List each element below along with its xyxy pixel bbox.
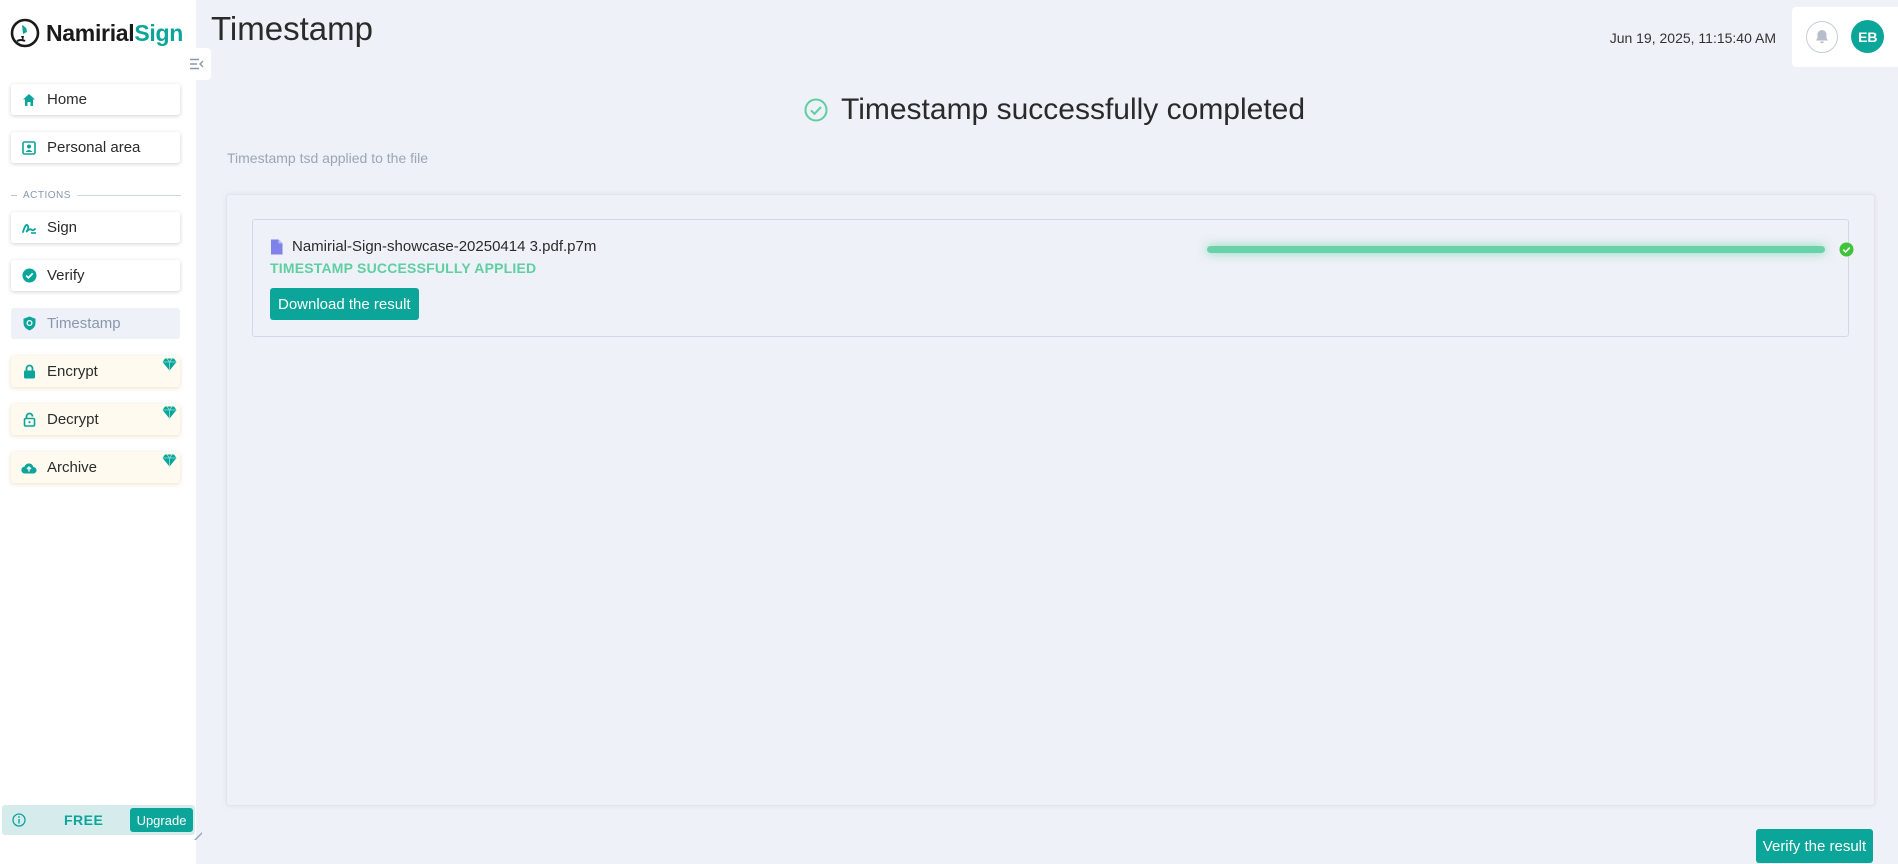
progress-bar	[1207, 246, 1825, 253]
cloud-upload-icon	[21, 460, 37, 476]
sidebar-item-home[interactable]: Home	[11, 84, 180, 115]
logo-text: NamirialSign	[46, 19, 184, 46]
sidebar-item-verify[interactable]: Verify	[11, 260, 180, 291]
sidebar-item-label: Verify	[47, 267, 85, 284]
bell-icon	[1815, 30, 1828, 44]
divider	[76, 194, 181, 196]
user-box: EB	[1792, 6, 1898, 67]
success-heading: Timestamp successfully completed	[804, 93, 1305, 127]
diamond-icon	[162, 358, 177, 371]
sidebar-item-label: Timestamp	[47, 315, 121, 332]
sidebar-item-label: Encrypt	[47, 363, 98, 380]
sidebar-item-label: Personal area	[47, 139, 141, 156]
sidebar-item-decrypt[interactable]: Decrypt	[11, 404, 180, 435]
diamond-icon	[162, 454, 177, 467]
logo[interactable]: NamirialSign	[10, 16, 183, 50]
datetime: Jun 19, 2025, 11:15:40 AM	[1609, 29, 1776, 46]
sidebar-item-archive[interactable]: Archive	[11, 452, 180, 483]
plan-label: FREE	[64, 812, 104, 828]
unlock-icon	[21, 412, 37, 428]
download-result-button[interactable]: Download the result	[270, 288, 419, 320]
file-name: Namirial-Sign-showcase-20250414 3.pdf.p7…	[292, 238, 597, 255]
file-row: Namirial-Sign-showcase-20250414 3.pdf.p7…	[270, 238, 596, 255]
plan-bar: FREE Upgrade	[2, 805, 195, 835]
sidebar-item-sign[interactable]: Sign	[11, 212, 180, 243]
home-icon	[21, 92, 37, 108]
file-icon	[271, 239, 283, 254]
sidebar-item-label: Decrypt	[47, 411, 99, 428]
result-panel: Namirial-Sign-showcase-20250414 3.pdf.p7…	[226, 194, 1875, 806]
section-label-text: ACTIONS	[23, 189, 71, 201]
diamond-icon	[162, 406, 177, 419]
file-status: TIMESTAMP SUCCESSFULLY APPLIED	[270, 260, 537, 276]
resize-handle-icon	[194, 832, 202, 840]
shield-icon	[21, 316, 37, 332]
progress-fill	[1207, 246, 1825, 253]
info-icon[interactable]	[12, 813, 26, 827]
file-card: Namirial-Sign-showcase-20250414 3.pdf.p7…	[252, 219, 1854, 337]
success-check-icon	[1839, 242, 1854, 257]
sidebar-item-encrypt[interactable]: Encrypt	[11, 356, 180, 387]
check-circle-icon	[804, 98, 828, 122]
sidebar: NamirialSign Home Personal area ACTIONS …	[0, 0, 196, 864]
section-label-actions: ACTIONS	[11, 189, 181, 201]
lock-icon	[21, 364, 37, 380]
divider	[11, 194, 17, 196]
sidebar-item-timestamp[interactable]: Timestamp	[11, 308, 180, 339]
sidebar-item-label: Archive	[47, 459, 98, 476]
person-card-icon	[21, 140, 37, 156]
sidebar-item-label: Sign	[47, 219, 78, 236]
avatar[interactable]: EB	[1851, 20, 1885, 53]
collapse-sidebar-button[interactable]	[181, 48, 211, 80]
namirial-logo-icon	[10, 18, 40, 48]
verified-badge-icon	[21, 268, 37, 284]
upgrade-button[interactable]: Upgrade	[130, 808, 193, 832]
subtitle: Timestamp tsd applied to the file	[227, 150, 429, 166]
success-text: Timestamp successfully completed	[841, 93, 1306, 126]
notifications-button[interactable]	[1805, 20, 1838, 53]
app-root: NamirialSign Home Personal area ACTIONS …	[0, 0, 1898, 864]
verify-result-button[interactable]: Verify the result	[1756, 829, 1873, 863]
sidebar-item-label: Home	[47, 91, 88, 108]
sidebar-item-personal-area[interactable]: Personal area	[11, 132, 180, 163]
page-title: Timestamp	[211, 10, 373, 47]
signature-icon	[21, 220, 37, 236]
collapse-menu-icon	[189, 58, 203, 70]
header-right: Jun 19, 2025, 11:15:40 AM EB	[1610, 0, 1898, 75]
